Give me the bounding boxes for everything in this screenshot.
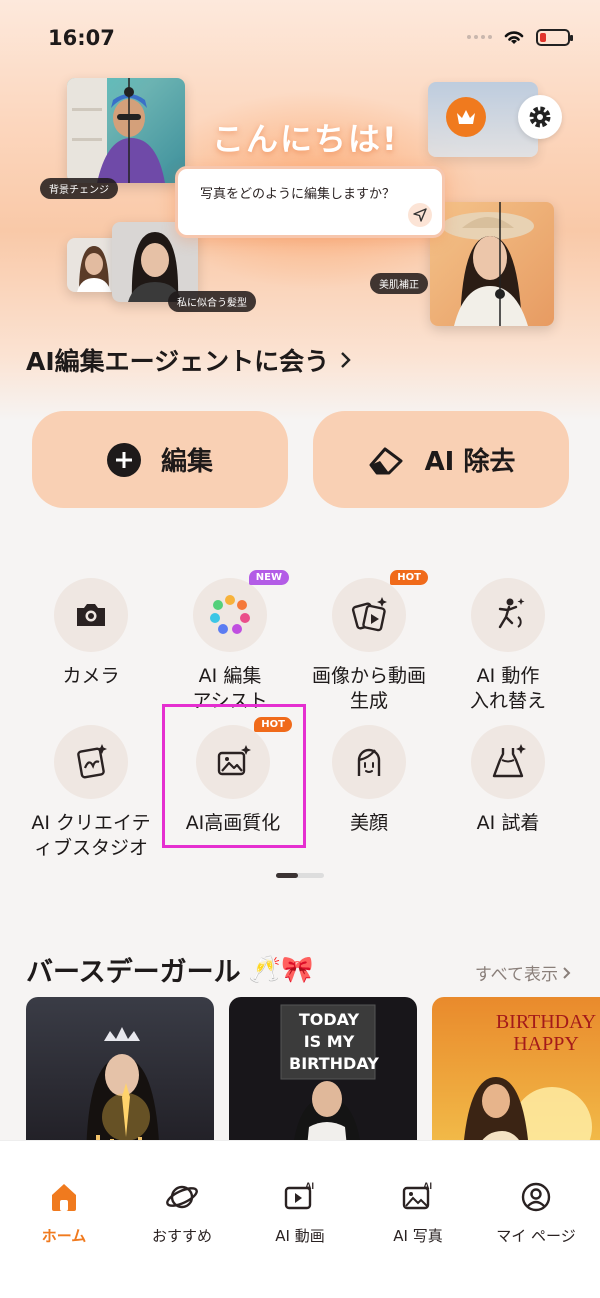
plus-circle-icon [106,442,141,477]
feature-ai-pose-swap[interactable]: AI 動作 入れ替え [438,578,578,714]
feature-ai-creative-studio[interactable]: AI クリエイテ ィブスタジオ [21,725,161,861]
see-all-label: すべて表示 [474,965,558,985]
ai-remove-button[interactable]: AI 除去 [313,411,569,508]
section-title: バースデーガール 🥂🎀 [26,950,313,989]
status-icons [467,28,573,46]
feature-ai-pose-swap-label-1: AI 動作 [476,665,540,687]
signal-icon [467,35,492,39]
happy-birthday-text: BIRTHDAY HAPPY [472,1011,600,1055]
send-icon [413,208,427,222]
hero-greeting: こんにちは! [212,120,399,158]
tab-recommended[interactable]: おすすめ [122,1179,242,1246]
badge-hot: HOT [390,570,428,585]
tab-home[interactable]: ホーム [4,1179,124,1246]
tab-ai-video-label: AI 動画 [275,1227,325,1245]
card-text-line-2: HAPPY [513,1033,579,1055]
agent-link[interactable]: AI編集エージェントに会う [26,342,353,378]
battery-icon [536,28,573,46]
feature-image-to-video-icon-bg: HOT [332,570,428,652]
sign-line-3: BIRTHDAY [289,1054,379,1073]
home-icon [52,1184,76,1211]
dress-icon [492,744,526,778]
tab-ai-photo-label: AI 写真 [393,1227,443,1245]
card-text-line-1: BIRTHDAY [495,1011,597,1033]
edit-button-label: 編集 [160,447,213,477]
chevron-right-icon [341,352,351,368]
page-indicator-active [276,873,298,878]
section-emoji: 🥂🎀 [248,954,314,985]
edit-button[interactable]: 編集 [32,411,288,508]
svg-text:AI: AI [423,1181,432,1191]
face-beauty-icon [357,748,381,776]
feature-ai-edit-assist-label-1: AI 編集 [198,665,262,687]
camera-icon [77,604,105,626]
image-to-video-icon [351,597,387,632]
feature-ai-edit-assist[interactable]: NEW AI 編集 アシスト [160,570,300,714]
flower-palette-icon [210,595,250,634]
photo-man-background [67,78,185,183]
feature-face-beauty-label: 美顔 [349,812,388,834]
feature-ai-creative-studio-icon-bg [54,725,128,799]
ai-photo-icon: AI [402,1181,432,1210]
feature-image-to-video-label-2: 生成 [349,690,388,712]
feature-ai-creative-studio-label-2: ィブスタジオ [33,837,148,859]
section-title-text: バースデーガール [26,957,241,988]
gear-icon [529,106,551,128]
feature-image-to-video-label-1: 画像から動画 [311,665,426,687]
eraser-icon [369,447,403,474]
prompt-placeholder: 写真をどのように編集しますか？ [200,187,396,202]
settings-button[interactable] [518,95,562,139]
birthday-sign-text: TODAY IS MY BIRTHDAY [289,1009,379,1075]
wifi-icon [504,31,524,44]
highlight-frame [162,704,306,848]
feature-ai-edit-assist-icon-bg: NEW [193,570,289,652]
feature-face-beauty[interactable]: 美顔 [299,725,439,836]
feature-camera-icon-bg [54,578,128,652]
feature-ai-try-on-label: AI 試着 [476,812,540,834]
feature-ai-pose-swap-label-2: 入れ替え [469,690,546,712]
profile-icon [521,1182,551,1212]
tab-my-page[interactable]: マイ ページ [476,1179,596,1246]
edit-prompt-input[interactable]: 写真をどのように編集しますか？ [175,166,445,238]
page-indicator [276,873,324,878]
tab-ai-photo[interactable]: AI AI 写真 [358,1179,478,1246]
feature-ai-creative-studio-label-1: AI クリエイテ [31,812,151,834]
crown-icon [457,110,475,124]
planet-icon [166,1185,198,1209]
feature-image-to-video[interactable]: HOT 画像から動画 生成 [299,570,439,714]
tab-recommended-label: おすすめ [151,1227,212,1245]
status-time: 16:07 [48,26,115,50]
badge-new: NEW [248,570,289,585]
sign-line-2: IS MY [303,1032,355,1051]
svg-text:AI: AI [305,1181,314,1191]
feature-ai-pose-swap-icon-bg [471,578,545,652]
tag-skin-retouch: 美肌補正 [370,273,428,294]
send-button[interactable] [408,203,432,227]
chevron-right-icon [563,966,571,979]
ai-remove-button-label: AI 除去 [424,447,516,477]
tag-background-change: 背景チェンジ [40,178,118,199]
feature-camera[interactable]: カメラ [21,578,161,689]
agent-link-label: AI編集エージェントに会う [26,347,330,376]
premium-button[interactable] [446,97,486,137]
pose-swap-icon [498,598,525,629]
man-illustration [67,78,165,183]
sign-line-1: TODAY [298,1010,360,1029]
ai-video-icon: AI [284,1181,314,1210]
tab-home-label: ホーム [41,1227,87,1245]
tab-ai-video[interactable]: AI AI 動画 [240,1179,360,1246]
creative-studio-icon [77,744,107,779]
feature-face-beauty-icon-bg [332,725,406,799]
photo-woman-skin-retouch [430,202,554,326]
see-all-link[interactable]: すべて表示 [475,960,572,985]
feature-camera-label: カメラ [62,665,120,687]
tab-my-page-label: マイ ページ [496,1227,576,1245]
tag-hairstyle: 私に似合う髪型 [168,291,256,312]
feature-ai-try-on-icon-bg [471,725,545,799]
bottom-tab-bar: ホーム おすすめ AI AI 動画 AI AI 写真 マイ ページ [0,1140,600,1298]
feature-ai-try-on[interactable]: AI 試着 [438,725,578,836]
